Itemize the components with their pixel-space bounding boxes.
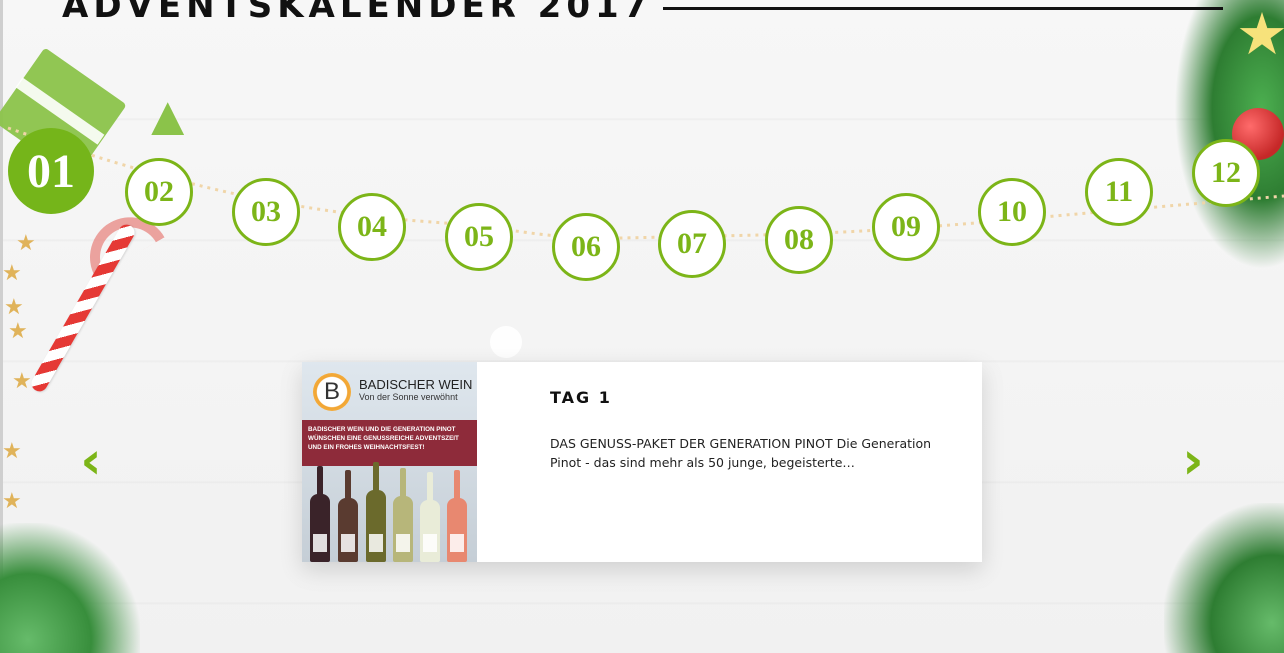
day-08-button[interactable]: 08 <box>765 206 833 274</box>
promo-banner: BADISCHER WEIN UND DIE GENERATION PINOT … <box>302 420 477 466</box>
day-04-button[interactable]: 04 <box>338 193 406 261</box>
day-01-button[interactable]: 01 <box>8 128 94 214</box>
day-07-button[interactable]: 07 <box>658 210 726 278</box>
chevron-left-icon[interactable]: ‹ <box>76 435 106 487</box>
wine-bottle-icon <box>366 462 386 562</box>
day-11-button[interactable]: 11 <box>1085 158 1153 226</box>
brand-logo: B <box>313 373 351 411</box>
day-05-button[interactable]: 05 <box>445 203 513 271</box>
brand-name: BADISCHER WEIN <box>359 377 473 392</box>
day-card[interactable]: B BADISCHER WEIN Von der Sonne verwöhnt … <box>302 362 982 562</box>
day-10-button[interactable]: 10 <box>978 178 1046 246</box>
wine-bottle-icon <box>310 466 330 562</box>
wine-bottle-icon <box>420 472 440 562</box>
day-09-button[interactable]: 09 <box>872 193 940 261</box>
wine-bottle-icon <box>338 470 358 562</box>
chevron-right-icon[interactable]: › <box>1178 435 1208 487</box>
brand-tagline: Von der Sonne verwöhnt <box>359 392 458 402</box>
wine-bottle-icon <box>447 470 467 562</box>
banner-line: UND EIN FROHES WEIHNACHTSFEST! <box>308 444 425 451</box>
banner-line: BADISCHER WEIN UND DIE GENERATION PINOT <box>308 426 456 433</box>
banner-line: WÜNSCHEN EINE GENUSSREICHE ADVENTSZEIT <box>308 435 459 442</box>
day-02-button[interactable]: 02 <box>125 158 193 226</box>
card-day-title: TAG 1 <box>550 388 612 407</box>
promo-image[interactable]: B BADISCHER WEIN Von der Sonne verwöhnt … <box>302 362 477 562</box>
card-description: DAS GENUSS-PAKET DER GENERATION PINOT Di… <box>550 436 932 470</box>
day-03-button[interactable]: 03 <box>232 178 300 246</box>
day-06-button[interactable]: 06 <box>552 213 620 281</box>
day-12-button[interactable]: 12 <box>1192 139 1260 207</box>
wine-bottle-icon <box>393 468 413 562</box>
